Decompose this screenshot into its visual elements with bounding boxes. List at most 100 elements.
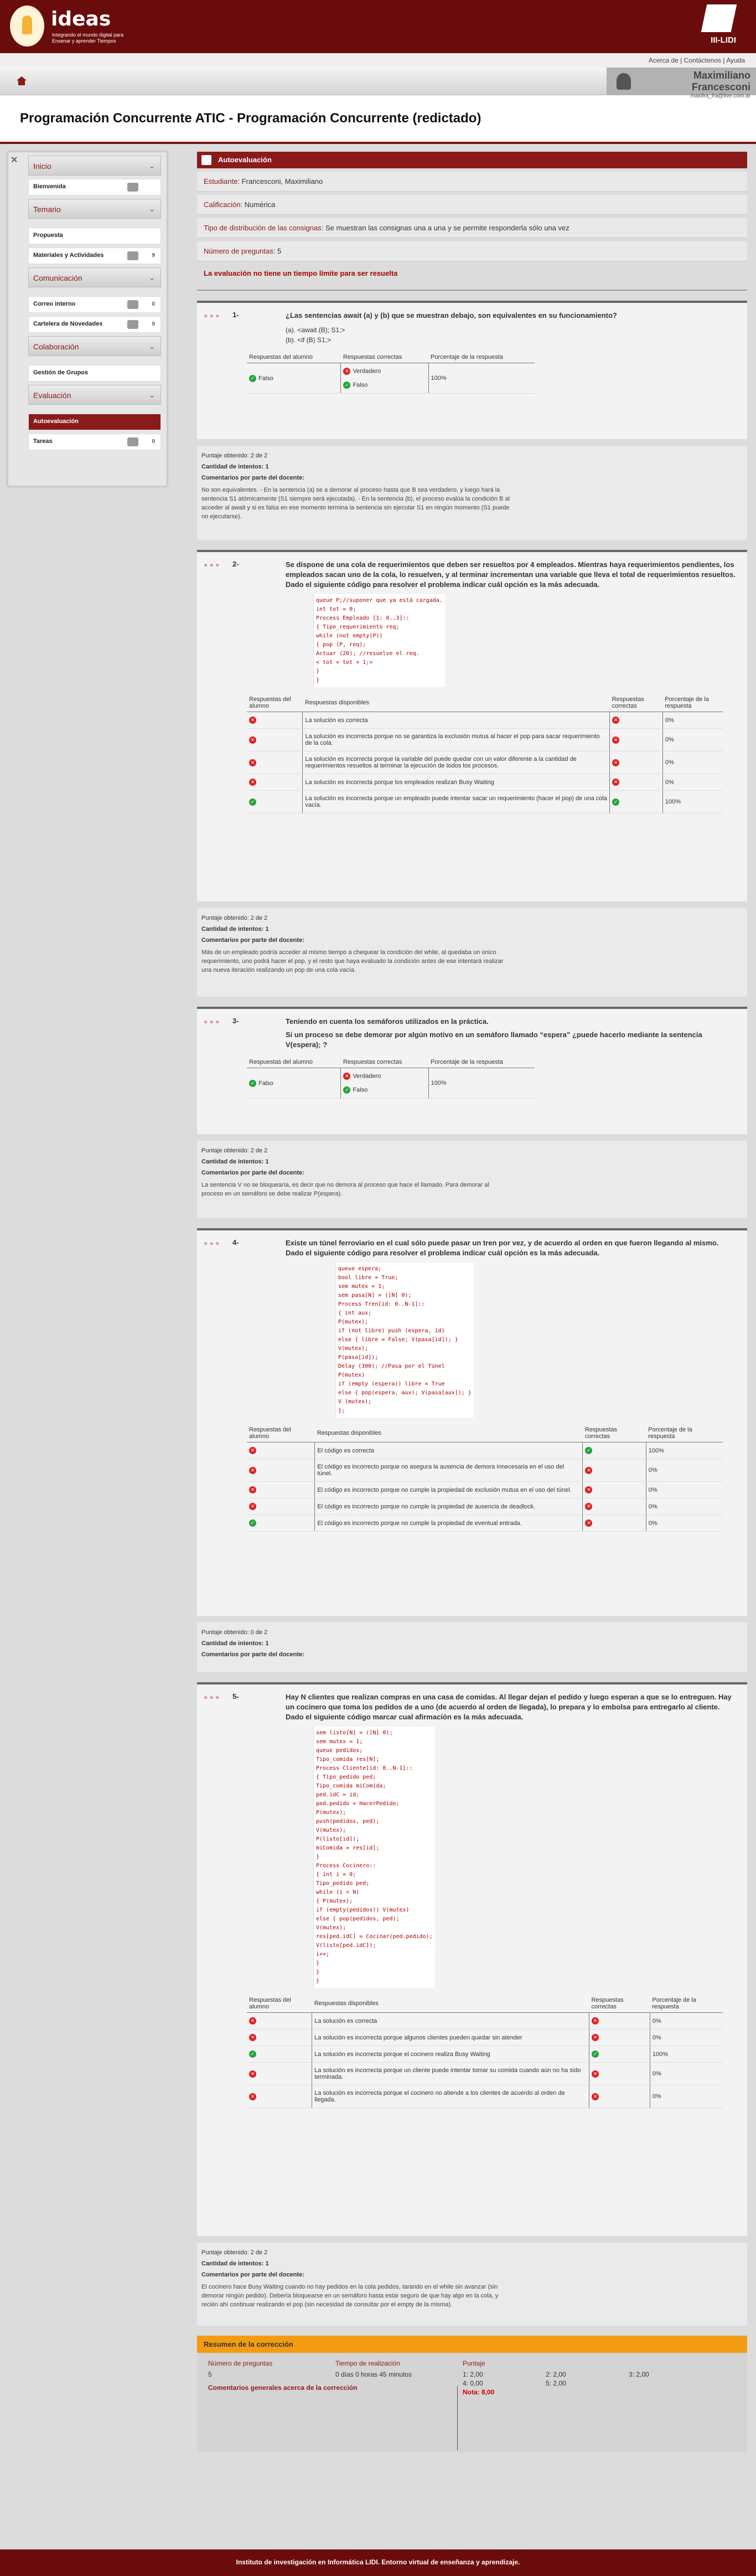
score-value: 2 de 2 [250,452,268,459]
code-line: V(mutex); [338,1346,369,1352]
brand-tagline: Integrando el mundo digital para Ensenar… [52,32,124,44]
answer-text: Verdadero [353,368,381,375]
cross-icon: ✕ [612,717,620,724]
col-correctas: Respuestas correctas [582,1424,646,1442]
answer-text: La solución es incorrecta porque los emp… [302,774,610,791]
comments-label: Comentarios por parte del docente: [201,937,304,944]
site-header: ideas Integrando el mundo digital para E… [0,0,756,53]
col-porcentaje: Porcentaje de la respuesta [428,352,535,363]
sidebar-section-evaluacion[interactable]: Evaluación ⌄ [28,385,161,405]
acerca-link[interactable]: Acerca de [649,56,679,64]
section-label: Inicio [33,162,51,171]
sidebar-section-comunicacion[interactable]: Comunicación ⌄ [28,267,161,287]
code-line: Process Tren[id: 0..N-1]:: [338,1301,425,1307]
attempts-value: 1 [265,2260,269,2267]
item-label: Materiales y Actividades [33,252,104,259]
comments-label: Comentarios por parte del docente: [201,1169,304,1176]
attempts-label: Cantidad de intentos: [201,926,264,932]
code-line: P(listo[id]); [316,1836,360,1842]
code-line: V(mutex); [316,1827,346,1833]
ayuda-link[interactable]: Ayuda [726,56,745,64]
sidebar-item-propuesta[interactable]: Propuesta [28,228,161,244]
divider [457,2386,458,2450]
cross-icon: ✕ [612,759,620,766]
question-text: ¿Las sentencias await (a) y (b) que se m… [286,311,617,320]
cross-icon: ✕ [585,1466,593,1474]
info-label: Calificación: [204,200,243,209]
answer-text: Falso [258,1079,273,1086]
percentage: 100% [649,2046,723,2063]
code-line: Process Cliente[id: 0..N-1]:: [316,1765,413,1771]
cross-icon: ✕ [612,736,620,744]
answer-text: El código es incorrecto porque no cumple… [314,1481,583,1498]
page-title: Programación Concurrente ATIC - Programa… [0,95,756,144]
code-line: ped.pedido = HacerPedido; [316,1801,400,1807]
sidebar-section-inicio[interactable]: Inicio ⌄ [28,156,161,176]
comments-label: Comentarios por parte del docente: [201,2271,304,2278]
score-entry: 3: 2,00 [629,2371,649,2378]
info-label: Número de preguntas: [204,247,276,255]
score-label: Puntaje obtenido: [201,915,249,921]
code-line: sem pasa[N] = ([N] 0); [338,1292,412,1299]
col-correctas: Respuestas correctas [340,352,429,363]
item-label: Propuesta [33,232,63,239]
answer-text: El código es incorrecto porque no cumple… [314,1498,583,1515]
sidebar-item-correo[interactable]: Correo interno 0 [28,296,161,313]
site-footer: Instituto de investigación en Informátic… [0,2549,756,2576]
answers-table: Respuestas del alumno Respuestas disponib… [247,694,723,813]
user-panel[interactable]: Maximiliano Francesconi maxifra_fra@live… [607,68,756,99]
percentage: 100% [645,1442,723,1459]
check-icon: ✓ [249,1519,256,1527]
cross-icon: ✕ [249,736,256,744]
sidebar-item-materiales[interactable]: Materiales y Actividades 9 [28,248,161,264]
percentage: 0% [662,751,723,774]
code-line: miComida = res[id]; [316,1845,380,1851]
no-time-limit-notice: La evaluación no tiene un tiempo límite … [204,269,398,277]
sidebar-item-autoevaluacion[interactable]: Autoevaluación [28,414,161,430]
col-correctas: Respuestas correctas [340,1057,429,1068]
question-text: Si un proceso se debe demorar por algún … [286,1031,702,1049]
question-5: ● ● ● 5- Hay N clientes que realizan com… [197,1682,747,2236]
item-label: Correo interno [33,301,76,307]
sidebar-section-temario[interactable]: Temario ⌄ [28,199,161,219]
marker-icon: ● ● ● [204,1693,220,1701]
option-b: (b). <if (B) S1;> [286,336,332,344]
sidebar-item-cartelera[interactable]: Cartelera de Novedades 0 [28,316,161,333]
code-line: queue P;//suponer que ya está cargada. [316,597,443,604]
answers-table: Respuestas del alumno Respuestas correcta… [247,1057,535,1099]
cross-icon: ✕ [249,2017,256,2024]
marker-icon: ● ● ● [204,312,220,320]
answer-text: Falso [353,1086,368,1094]
folder-icon [127,251,138,260]
percentage: 100% [428,1068,535,1099]
check-icon: ✓ [591,2051,599,2058]
summary-value: 0 días 0 horas 45 minutos [335,2371,412,2378]
code-line: V (mutex); [338,1399,372,1405]
contactenos-link[interactable]: Contáctenos [684,56,721,64]
question-text: Se dispone de una cola de requerimientos… [286,560,736,589]
question-number: 3- [232,1017,239,1025]
info-value: 5 [277,247,282,255]
score-entry: 2: 2,00 [546,2371,566,2378]
divider [197,290,747,291]
sidebar-section-colaboracion[interactable]: Colaboración ⌄ [28,336,161,356]
percentage: 0% [645,1498,723,1515]
code-line: else { libre = False; V(pasa[id]); } [338,1337,458,1343]
cross-icon: ✕ [249,2093,256,2100]
sidebar-item-grupos[interactable]: Gestión de Grupos [28,365,161,382]
link-separator: | [680,56,682,64]
home-icon[interactable] [17,76,27,85]
item-label: Bienvenida [33,183,66,190]
cross-icon: ✕ [249,2070,256,2078]
code-line: bool libre = True; [338,1275,398,1281]
cross-icon: ✕ [249,759,256,766]
code-line: P(mutex); [338,1319,369,1325]
sidebar-item-tareas[interactable]: Tareas 0 [28,434,161,450]
ideas-logo-icon[interactable] [10,6,44,47]
score-label: Puntaje obtenido: [201,2249,249,2256]
summary-label: Tiempo de realización [335,2359,400,2367]
sidebar-item-bienvenida[interactable]: Bienvenida [28,179,161,195]
code-line: { int aux; [338,1310,372,1316]
col-correctas: Respuestas correctas [589,1995,650,2013]
collapse-icon[interactable]: ✕ [11,154,18,166]
